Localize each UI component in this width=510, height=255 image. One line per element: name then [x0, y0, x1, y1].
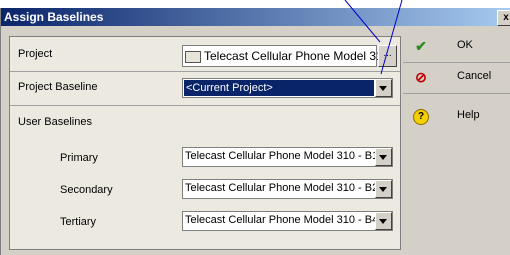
annotation-line-project — [344, 0, 381, 43]
annotation-callout-lines — [344, 0, 403, 75]
annotation-line-baseline — [380, 0, 403, 75]
